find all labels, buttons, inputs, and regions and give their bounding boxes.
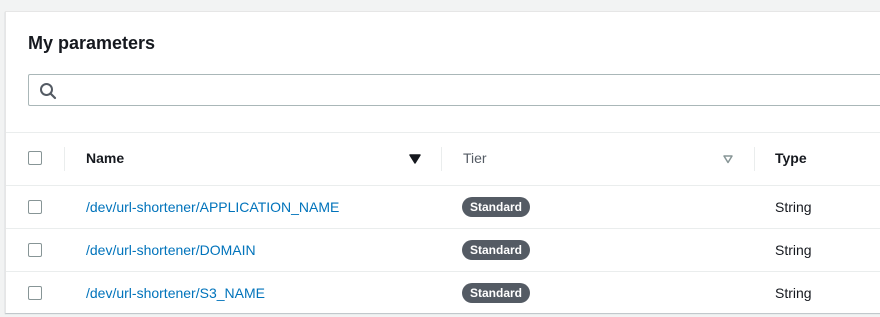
parameter-name-link[interactable]: /dev/url-shortener/DOMAIN <box>86 242 256 258</box>
parameter-name-link[interactable]: /dev/url-shortener/S3_NAME <box>86 285 265 301</box>
column-divider <box>64 147 65 171</box>
search-icon <box>40 83 57 100</box>
row-checkbox[interactable] <box>28 286 42 300</box>
table-row[interactable]: /dev/url-shortener/APPLICATION_NAME Stan… <box>6 186 880 229</box>
page-title: My parameters <box>28 33 156 53</box>
table-header-row: Name Tier Type <box>6 133 880 186</box>
tier-badge: Standard <box>462 240 531 260</box>
parameter-name-link[interactable]: /dev/url-shortener/APPLICATION_NAME <box>86 199 339 215</box>
table-row[interactable]: /dev/url-shortener/S3_NAME Standard Stri… <box>6 272 880 315</box>
table-row[interactable]: /dev/url-shortener/DOMAIN Standard Strin… <box>6 229 880 272</box>
type-cell: String <box>775 242 812 258</box>
sort-down-outline-icon[interactable] <box>722 153 734 165</box>
column-header-type[interactable]: Type <box>775 150 807 166</box>
column-header-name[interactable]: Name <box>86 150 124 166</box>
row-checkbox[interactable] <box>28 243 42 257</box>
tier-badge: Standard <box>462 283 531 303</box>
sort-down-filled-icon[interactable] <box>409 153 421 165</box>
type-cell: String <box>775 199 812 215</box>
select-all-checkbox[interactable] <box>28 151 42 165</box>
parameters-table: Name Tier Type /dev/url-shortener/APPLIC… <box>6 132 880 315</box>
row-checkbox[interactable] <box>28 200 42 214</box>
column-divider <box>754 147 755 171</box>
parameters-panel: My parameters Name Tier Type /dev/url-sh… <box>5 11 880 315</box>
search-box[interactable] <box>28 74 880 106</box>
type-cell: String <box>775 285 812 301</box>
column-divider <box>441 147 442 171</box>
tier-badge: Standard <box>462 197 531 217</box>
search-input[interactable] <box>65 79 865 101</box>
column-header-tier[interactable]: Tier <box>463 150 487 166</box>
